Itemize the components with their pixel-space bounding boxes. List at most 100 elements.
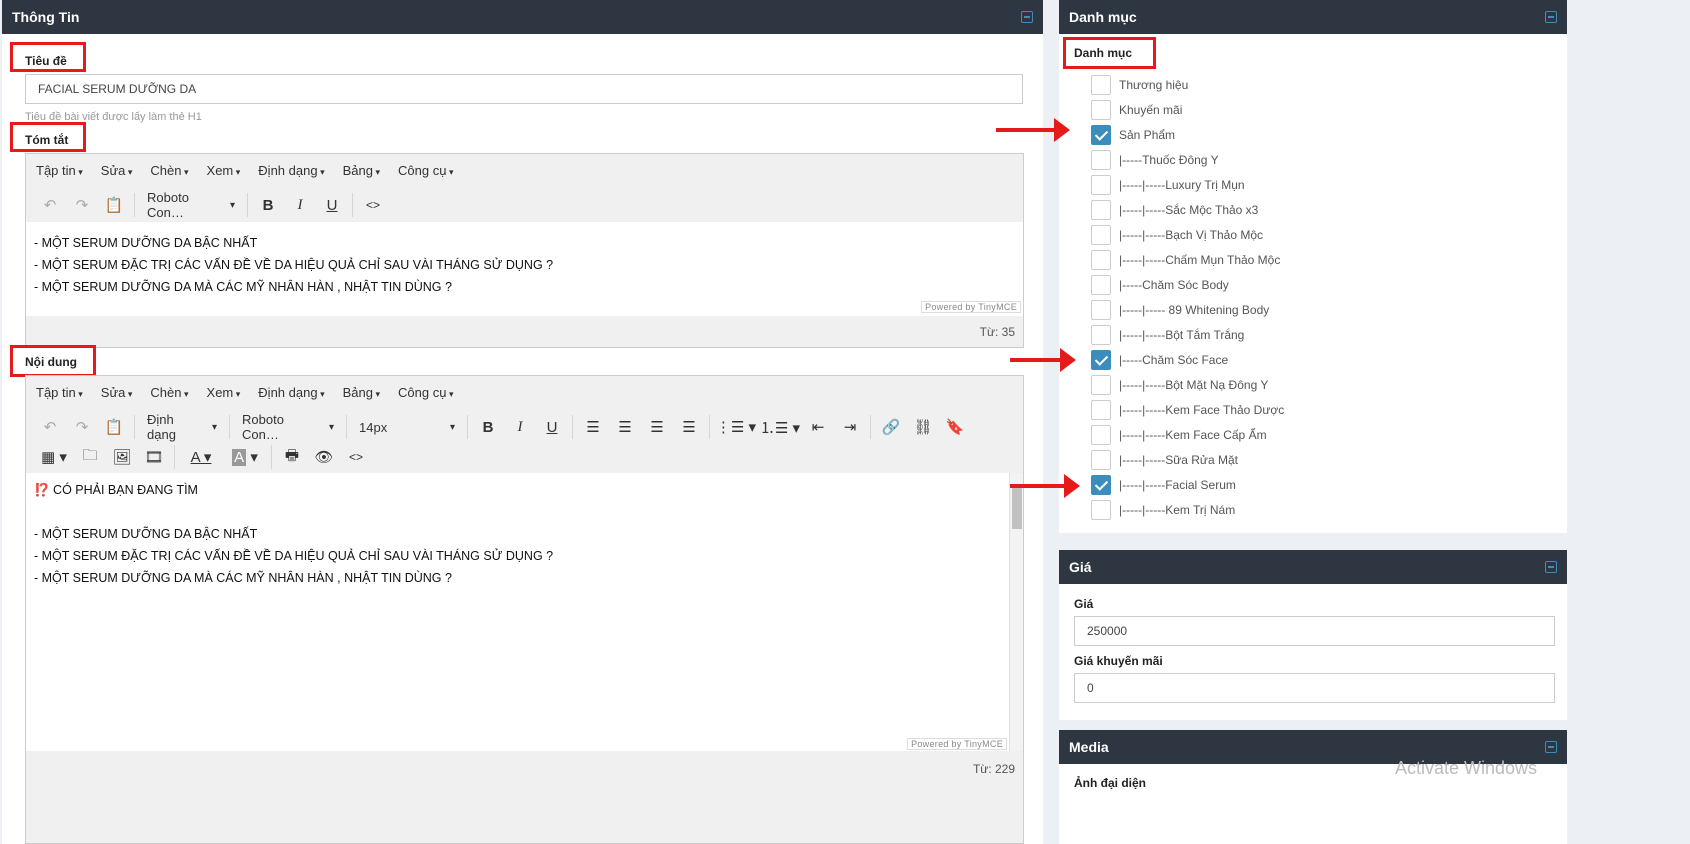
align-center-icon[interactable]: ☰ xyxy=(609,413,641,441)
table-icon[interactable]: ▦ ▾ xyxy=(34,443,74,471)
menu-format[interactable]: Định dạng xyxy=(258,163,324,178)
category-item[interactable]: |-----|-----Kem Face Cấp Ẩm xyxy=(1091,422,1284,447)
image-icon[interactable]: 🖼 xyxy=(106,443,138,471)
category-item[interactable]: |-----|-----Kem Face Thảo Dược xyxy=(1091,397,1284,422)
menu-format[interactable]: Định dạng xyxy=(258,385,324,400)
category-checkbox[interactable] xyxy=(1091,424,1111,445)
category-checkbox[interactable] xyxy=(1091,349,1111,370)
font-family-select[interactable]: Roboto Con… xyxy=(234,412,342,442)
align-justify-icon[interactable]: ☰ xyxy=(673,413,705,441)
category-item[interactable]: |-----|-----Bột Tắm Trắng xyxy=(1091,322,1284,347)
menu-table[interactable]: Bảng xyxy=(343,163,380,178)
italic-icon[interactable]: I xyxy=(504,413,536,441)
font-family-select[interactable]: Roboto Con… xyxy=(139,190,243,220)
menu-tools[interactable]: Công cụ xyxy=(398,385,453,400)
category-checkbox[interactable] xyxy=(1091,74,1111,95)
category-checkbox[interactable] xyxy=(1091,449,1111,470)
category-item[interactable]: Khuyến mãi xyxy=(1091,97,1284,122)
category-item[interactable]: |-----|-----Facial Serum xyxy=(1091,472,1284,497)
numbered-list-icon[interactable]: ⒈☰ ▾ xyxy=(758,413,802,441)
category-item[interactable]: |-----Thuốc Đông Y xyxy=(1091,147,1284,172)
menu-file[interactable]: Tập tin xyxy=(36,163,83,178)
scrollbar-thumb[interactable] xyxy=(1012,487,1022,529)
menu-edit[interactable]: Sửa xyxy=(101,163,133,178)
sale-price-input[interactable]: 0 xyxy=(1074,673,1555,703)
redo-icon[interactable]: ↷ xyxy=(66,191,98,219)
category-item[interactable]: |-----|-----Chấm Mụn Thảo Mộc xyxy=(1091,247,1284,272)
category-item[interactable]: Sản Phẩm xyxy=(1091,122,1284,147)
menu-insert[interactable]: Chèn xyxy=(150,163,188,178)
title-input[interactable]: FACIAL SERUM DƯỠNG DA xyxy=(25,74,1023,104)
link-icon[interactable]: 🔗 xyxy=(875,413,907,441)
preview-icon[interactable]: 👁 xyxy=(308,443,340,471)
italic-icon[interactable]: I xyxy=(284,191,316,219)
align-left-icon[interactable]: ☰ xyxy=(577,413,609,441)
indent-icon[interactable]: ⇥ xyxy=(834,413,866,441)
category-checkbox[interactable] xyxy=(1091,249,1111,270)
background-color-icon[interactable]: A ▾ xyxy=(223,443,267,471)
collapse-icon[interactable] xyxy=(1545,561,1557,573)
category-checkbox[interactable] xyxy=(1091,199,1111,220)
paste-icon[interactable]: 📋 xyxy=(98,413,130,441)
category-item[interactable]: |-----|-----Kem Trị Nám xyxy=(1091,497,1284,522)
collapse-icon[interactable] xyxy=(1545,741,1557,753)
font-size-select[interactable]: 14px xyxy=(351,413,463,441)
outdent-icon[interactable]: ⇤ xyxy=(802,413,834,441)
category-checkbox[interactable] xyxy=(1091,274,1111,295)
category-checkbox[interactable] xyxy=(1091,124,1111,145)
menu-view[interactable]: Xem xyxy=(207,385,241,400)
category-checkbox[interactable] xyxy=(1091,499,1111,520)
category-item[interactable]: |-----|-----Sữa Rửa Mặt xyxy=(1091,447,1284,472)
content-scrollbar[interactable] xyxy=(1009,473,1023,751)
category-checkbox[interactable] xyxy=(1091,299,1111,320)
menu-edit[interactable]: Sửa xyxy=(101,385,133,400)
price-input[interactable]: 250000 xyxy=(1074,616,1555,646)
video-icon[interactable]: 🎞 xyxy=(138,443,170,471)
text-color-icon[interactable]: A ▾ xyxy=(179,443,223,471)
underline-icon[interactable]: U xyxy=(316,191,348,219)
powered-by-tinymce[interactable]: Powered by TinyMCE xyxy=(921,301,1021,313)
menu-file[interactable]: Tập tin xyxy=(36,385,83,400)
category-item[interactable]: |-----Chăm Sóc Body xyxy=(1091,272,1284,297)
category-checkbox[interactable] xyxy=(1091,324,1111,345)
undo-icon[interactable]: ↶ xyxy=(34,191,66,219)
collapse-icon[interactable] xyxy=(1021,11,1033,23)
menu-table[interactable]: Bảng xyxy=(343,385,380,400)
undo-icon[interactable]: ↶ xyxy=(34,413,66,441)
unlink-icon[interactable]: ⛓ xyxy=(907,413,939,441)
category-checkbox[interactable] xyxy=(1091,399,1111,420)
align-right-icon[interactable]: ☰ xyxy=(641,413,673,441)
menu-view[interactable]: Xem xyxy=(207,163,241,178)
source-code-icon[interactable]: <> xyxy=(340,443,372,471)
category-item[interactable]: |-----|-----Sắc Mộc Thảo x3 xyxy=(1091,197,1284,222)
collapse-icon[interactable] xyxy=(1545,11,1557,23)
category-item[interactable]: |-----|----- 89 Whitening Body xyxy=(1091,297,1284,322)
underline-icon[interactable]: U xyxy=(536,413,568,441)
category-checkbox[interactable] xyxy=(1091,99,1111,120)
category-checkbox[interactable] xyxy=(1091,224,1111,245)
powered-by-tinymce[interactable]: Powered by TinyMCE xyxy=(907,738,1007,750)
source-code-icon[interactable]: <> xyxy=(357,191,389,219)
bullet-list-icon[interactable]: ⋮☰ ▾ xyxy=(714,413,758,441)
category-item[interactable]: |-----|-----Bạch Vị Thảo Mộc xyxy=(1091,222,1284,247)
bold-icon[interactable]: B xyxy=(472,413,504,441)
summary-content-area[interactable]: - MỘT SERUM DƯỠNG DA BẬC NHẤT - MỘT SERU… xyxy=(26,222,1023,316)
menu-insert[interactable]: Chèn xyxy=(150,385,188,400)
category-checkbox[interactable] xyxy=(1091,474,1111,495)
category-item[interactable]: |-----|-----Luxury Trị Mụn xyxy=(1091,172,1284,197)
block-format-select[interactable]: Định dạng xyxy=(139,412,225,442)
content-area[interactable]: ⁉️ CÓ PHẢI BẠN ĐANG TÌM - MỘT SERUM DƯỠN… xyxy=(26,473,1009,751)
category-item[interactable]: |-----|-----Bột Mặt Nạ Đông Y xyxy=(1091,372,1284,397)
bold-icon[interactable]: B xyxy=(252,191,284,219)
category-item[interactable]: Thương hiệu xyxy=(1091,72,1284,97)
media-browser-icon[interactable]: 🗀 xyxy=(74,443,106,471)
category-item[interactable]: |-----Chăm Sóc Face xyxy=(1091,347,1284,372)
category-checkbox[interactable] xyxy=(1091,149,1111,170)
print-icon[interactable]: 🖶 xyxy=(276,443,308,471)
redo-icon[interactable]: ↷ xyxy=(66,413,98,441)
menu-tools[interactable]: Công cụ xyxy=(398,163,453,178)
paste-icon[interactable]: 📋 xyxy=(98,191,130,219)
bookmark-icon[interactable]: 🔖 xyxy=(939,413,971,441)
category-checkbox[interactable] xyxy=(1091,374,1111,395)
category-checkbox[interactable] xyxy=(1091,174,1111,195)
